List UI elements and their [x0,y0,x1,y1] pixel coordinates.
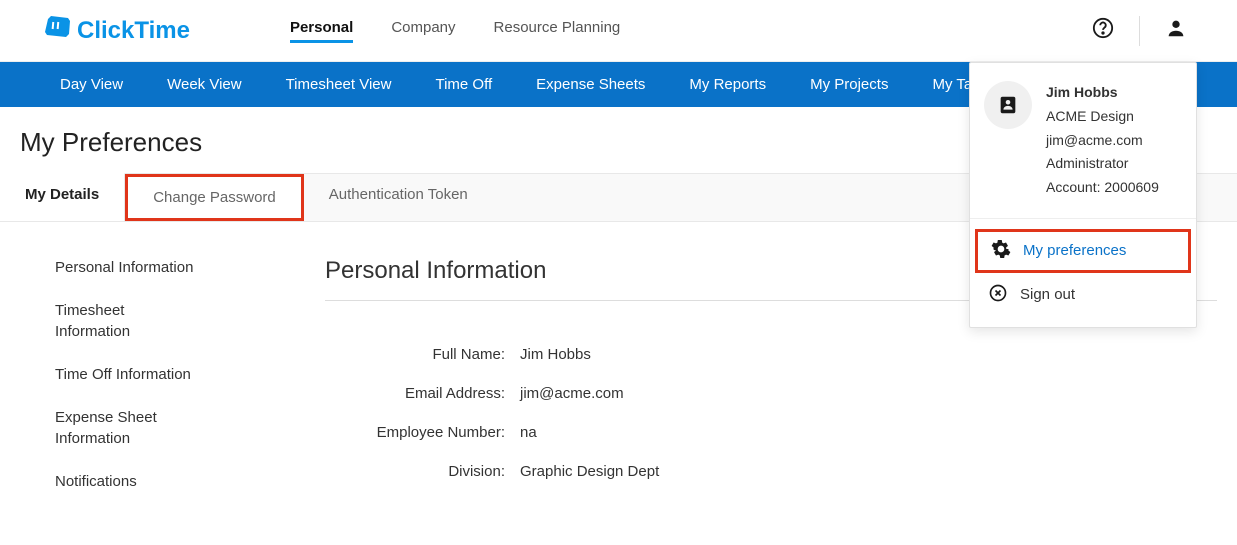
tab-my-details[interactable]: My Details [0,173,125,221]
dropdown-role: Administrator [1046,152,1159,176]
nav-timesheet-view[interactable]: Timesheet View [264,76,414,93]
label-division: Division: [325,463,520,480]
gear-icon [991,239,1011,263]
value-employee-number: na [520,424,537,441]
dropdown-actions: My preferences Sign out [970,219,1196,327]
action-my-preferences[interactable]: My preferences [975,229,1191,273]
sidebar-notifications[interactable]: Notifications [55,471,195,492]
row-employee-number: Employee Number: na [325,424,1217,441]
top-nav: Personal Company Resource Planning [290,19,1092,43]
nav-personal[interactable]: Personal [290,19,353,43]
label-full-name: Full Name: [325,346,520,363]
top-right [1092,16,1187,46]
value-full-name: Jim Hobbs [520,346,591,363]
sidebar-expense-info[interactable]: Expense Sheet Information [55,407,195,449]
label-email: Email Address: [325,385,520,402]
label-employee-number: Employee Number: [325,424,520,441]
dropdown-email: jim@acme.com [1046,129,1159,153]
dropdown-info: Jim Hobbs ACME Design jim@acme.com Admin… [1046,81,1159,200]
user-dropdown: Jim Hobbs ACME Design jim@acme.com Admin… [969,62,1197,328]
tab-auth-token[interactable]: Authentication Token [304,174,493,221]
dropdown-header: Jim Hobbs ACME Design jim@acme.com Admin… [970,63,1196,219]
nav-my-reports[interactable]: My Reports [667,76,788,93]
pref-label: My preferences [1023,242,1126,259]
close-circle-icon [988,283,1008,307]
sidebar-timesheet-info[interactable]: Timesheet Information [55,300,195,342]
row-division: Division: Graphic Design Dept [325,463,1217,480]
value-email: jim@acme.com [520,385,624,402]
dropdown-account: Account: 2000609 [1046,176,1159,200]
user-icon[interactable] [1165,17,1187,44]
logo-icon [45,16,71,45]
nav-my-projects[interactable]: My Projects [788,76,910,93]
nav-resource-planning[interactable]: Resource Planning [494,19,621,43]
sidebar: Personal Information Timesheet Informati… [55,257,275,514]
nav-expense-sheets[interactable]: Expense Sheets [514,76,667,93]
nav-week-view[interactable]: Week View [145,76,263,93]
dropdown-name: Jim Hobbs [1046,81,1159,105]
divider [1139,16,1140,46]
row-full-name: Full Name: Jim Hobbs [325,346,1217,363]
dropdown-company: ACME Design [1046,105,1159,129]
row-email: Email Address: jim@acme.com [325,385,1217,402]
nav-time-off[interactable]: Time Off [413,76,514,93]
signout-label: Sign out [1020,286,1075,303]
nav-day-view[interactable]: Day View [30,76,145,93]
tab-change-password[interactable]: Change Password [125,174,304,221]
top-header: ClickTime Personal Company Resource Plan… [0,0,1237,62]
logo-text: ClickTime [77,17,190,45]
avatar [984,81,1032,129]
logo[interactable]: ClickTime [45,16,190,45]
help-icon[interactable] [1092,17,1114,44]
sidebar-timeoff-info[interactable]: Time Off Information [55,364,195,385]
sidebar-personal-info[interactable]: Personal Information [55,257,195,278]
value-division: Graphic Design Dept [520,463,659,480]
action-sign-out[interactable]: Sign out [970,273,1196,317]
nav-company[interactable]: Company [391,19,455,43]
